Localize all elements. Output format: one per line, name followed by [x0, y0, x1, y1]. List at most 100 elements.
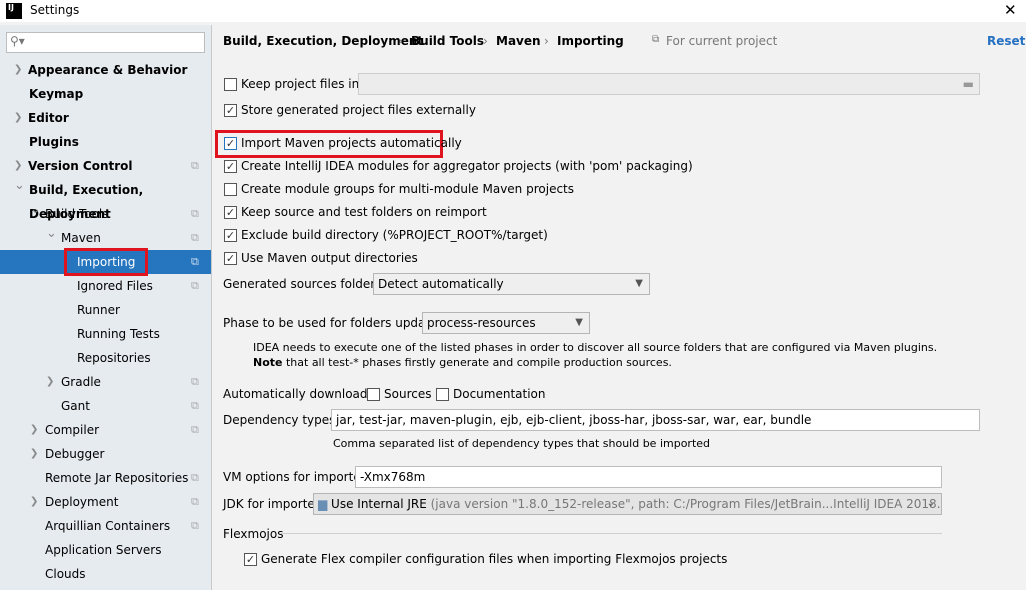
project-scope-icon: ⧉ [191, 375, 199, 388]
sources-checkbox[interactable] [367, 388, 380, 401]
project-scope-icon: ⧉ [191, 159, 199, 172]
chevron-right-icon[interactable]: ❯ [30, 418, 38, 442]
sidebar-item-runner[interactable]: Runner [0, 298, 211, 322]
sidebar-item-ignored-files[interactable]: Ignored Files ⧉ [0, 274, 211, 298]
chevron-down-icon[interactable]: ⌄ [46, 222, 57, 246]
chevron-down-icon: ▼ [575, 317, 583, 328]
sidebar-item-importing[interactable]: Importing ⧉ [0, 248, 211, 276]
jdk-dropdown[interactable]: ▆ Use Internal JRE (java version "1.8.0_… [313, 493, 942, 515]
sidebar-item-repositories[interactable]: Repositories [0, 346, 211, 370]
copy-icon: ⧉ [652, 34, 660, 45]
breadcrumb-item: Build Tools [411, 34, 485, 48]
phase-note-2: Note that all test-* phases firstly gene… [253, 356, 672, 369]
sidebar-item-version-control[interactable]: ❯ Version Control ⧉ [0, 154, 211, 178]
sidebar-item-label: Debugger [45, 447, 105, 461]
breadcrumb-item: Build, Execution, Deployment [223, 34, 424, 48]
dependency-types-hint: Comma separated list of dependency types… [333, 437, 711, 450]
sidebar-item-label: Appearance & Behavior [28, 63, 188, 77]
chevron-right-icon[interactable]: ❯ [14, 58, 22, 82]
exclude-build-label: Exclude build directory (%PROJECT_ROOT%/… [241, 228, 548, 242]
sidebar-item-label: Runner [77, 303, 120, 317]
keep-source-checkbox[interactable]: ✓ [224, 206, 237, 219]
create-modules-label: Create IntelliJ IDEA modules for aggrega… [241, 159, 693, 173]
sidebar-item-deployment[interactable]: ❯ Deployment ⧉ [0, 490, 211, 514]
sidebar-item-label: Arquillian Containers [45, 519, 171, 533]
breadcrumb-separator: › [544, 34, 549, 48]
documentation-label: Documentation [453, 387, 546, 401]
store-externally-checkbox[interactable]: ✓ [224, 104, 237, 117]
chevron-down-icon: ⌄ [926, 498, 935, 509]
folder-icon[interactable]: ▬ [963, 74, 974, 94]
sidebar-item-compiler[interactable]: ❯ Compiler ⧉ [0, 418, 211, 442]
store-externally-label: Store generated project files externally [241, 103, 476, 117]
note-bold: Note [253, 356, 283, 369]
chevron-down-icon[interactable]: ⌄ [14, 174, 25, 198]
sidebar-item-gradle[interactable]: ❯ Gradle ⧉ [0, 370, 211, 394]
sidebar-item-label: Running Tests [77, 327, 160, 341]
exclude-build-checkbox[interactable]: ✓ [224, 229, 237, 242]
note-text: that all test-* phases firstly generate … [282, 356, 672, 369]
documentation-checkbox[interactable] [436, 388, 449, 401]
settings-sidebar: ⚲▾ ❯ Appearance & Behavior Keymap ❯ Editor Pl… [0, 25, 212, 590]
import-auto-checkbox[interactable]: ✓ [224, 137, 237, 150]
module-groups-checkbox[interactable] [224, 183, 237, 196]
close-icon[interactable]: ✕ [1004, 1, 1017, 19]
sidebar-item-label: Version Control [28, 159, 133, 173]
use-output-checkbox[interactable]: ✓ [224, 252, 237, 265]
sidebar-item-label: Compiler [45, 423, 100, 437]
sidebar-item-label: Repositories [77, 351, 151, 365]
phase-label: Phase to be used for folders update: [223, 316, 442, 330]
sidebar-item-label: Plugins [29, 135, 79, 149]
generate-flex-checkbox[interactable]: ✓ [244, 553, 257, 566]
vm-options-input[interactable]: -Xmx768m [355, 466, 942, 488]
sidebar-item-gant[interactable]: Gant ⧉ [0, 394, 211, 418]
keep-project-files-checkbox[interactable] [224, 78, 237, 91]
reset-link[interactable]: Reset [987, 34, 1025, 48]
sidebar-item-application-servers[interactable]: Application Servers [0, 538, 211, 562]
search-input[interactable]: ⚲▾ [6, 32, 205, 53]
project-scope-icon: ⧉ [191, 495, 199, 508]
project-scope-icon: ⧉ [191, 519, 199, 532]
generated-sources-label: Generated sources folders: [223, 277, 386, 291]
chevron-right-icon[interactable]: ❯ [30, 490, 38, 514]
dropdown-value: process-resources [427, 316, 536, 330]
sidebar-item-label: Keymap [29, 87, 84, 101]
module-groups-label: Create module groups for multi-module Ma… [241, 182, 574, 196]
sidebar-item-arquillian-containers[interactable]: Arquillian Containers ⧉ [0, 514, 211, 538]
project-scope-icon: ⧉ [191, 423, 199, 436]
sidebar-item-clouds[interactable]: Clouds [0, 562, 211, 586]
project-scope-icon: ⧉ [191, 207, 199, 220]
sidebar-item-label: Clouds [45, 567, 86, 581]
generated-sources-dropdown[interactable]: Detect automatically ▼ [373, 273, 650, 295]
scope-label: For current project [666, 34, 778, 48]
section-divider [281, 533, 942, 534]
sidebar-item-editor[interactable]: ❯ Editor [0, 106, 211, 130]
sidebar-item-debugger[interactable]: ❯ Debugger [0, 442, 211, 466]
sidebar-item-label: Gradle [61, 375, 101, 389]
chevron-right-icon[interactable]: ❯ [46, 370, 54, 394]
window-title: Settings [30, 3, 80, 17]
project-scope-icon: ⧉ [191, 471, 199, 484]
sidebar-item-plugins[interactable]: Plugins [0, 130, 211, 154]
project-scope-icon: ⧉ [191, 399, 199, 412]
flexmojos-section-title: Flexmojos [223, 527, 284, 541]
sidebar-item-maven[interactable]: ⌄ Maven ⧉ [0, 226, 211, 250]
sidebar-item-keymap[interactable]: Keymap [0, 82, 211, 106]
chevron-right-icon[interactable]: ❯ [14, 106, 22, 130]
dependency-types-input[interactable]: jar, test-jar, maven-plugin, ejb, ejb-cl… [331, 409, 980, 431]
chevron-right-icon[interactable]: ❯ [30, 442, 38, 466]
phase-dropdown[interactable]: process-resources ▼ [422, 312, 590, 334]
sidebar-item-remote-jar-repositories[interactable]: Remote Jar Repositories ⧉ [0, 466, 211, 490]
sidebar-item-label: Editor [28, 111, 69, 125]
sidebar-item-build-tools[interactable]: ⌄ Build Tools ⧉ [0, 202, 211, 226]
chevron-down-icon[interactable]: ⌄ [30, 198, 41, 222]
sidebar-item-appearance-behavior[interactable]: ❯ Appearance & Behavior [0, 58, 211, 82]
use-output-label: Use Maven output directories [241, 251, 418, 265]
jdk-folder-icon: ▆ [318, 497, 332, 511]
keep-source-label: Keep source and test folders on reimport [241, 205, 487, 219]
jdk-label: JDK for importer: [223, 497, 324, 511]
project-files-path-input[interactable]: ▬ [358, 73, 980, 95]
sidebar-item-running-tests[interactable]: Running Tests [0, 322, 211, 346]
sidebar-item-label: Gant [61, 399, 90, 413]
create-modules-checkbox[interactable]: ✓ [224, 160, 237, 173]
